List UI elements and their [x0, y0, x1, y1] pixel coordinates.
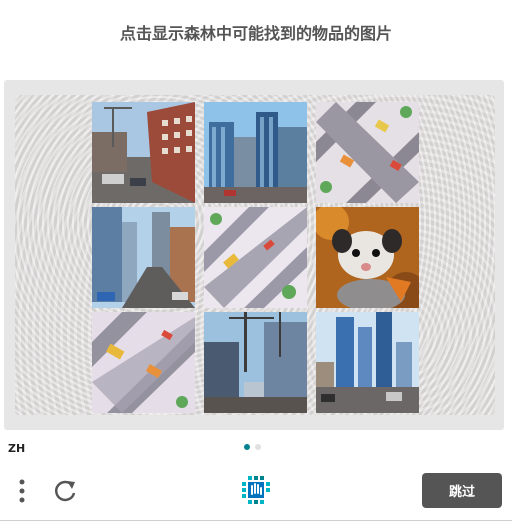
language-selector[interactable]: ZH — [8, 442, 25, 455]
page-dot-active — [244, 444, 250, 450]
image-tile-city-street-towers[interactable] — [92, 207, 195, 308]
image-grid — [15, 95, 495, 415]
more-vertical-icon — [19, 479, 25, 503]
image-tile-city-skyscrapers[interactable] — [204, 102, 307, 203]
hcaptcha-logo — [238, 472, 274, 508]
image-tile-city-skyline-street[interactable] — [316, 312, 419, 413]
image-tile-opossum[interactable] — [316, 207, 419, 308]
image-tile-isometric-roads[interactable] — [204, 207, 307, 308]
refresh-icon — [54, 480, 76, 502]
skip-button[interactable]: 跳过 — [422, 473, 502, 508]
refresh-button[interactable] — [52, 477, 78, 505]
task-panel — [4, 80, 504, 430]
image-tile-isometric-intersection[interactable] — [316, 102, 419, 203]
image-tile-construction-street[interactable] — [92, 102, 195, 203]
challenge-prompt: 点击显示森林中可能找到的物品的图片 — [119, 24, 392, 43]
image-tile-construction-site[interactable] — [204, 312, 307, 413]
hcaptcha-logo-icon — [242, 476, 270, 504]
image-tile-isometric-traffic[interactable] — [92, 312, 195, 413]
menu-button[interactable] — [14, 477, 30, 505]
page-dot — [255, 444, 261, 450]
